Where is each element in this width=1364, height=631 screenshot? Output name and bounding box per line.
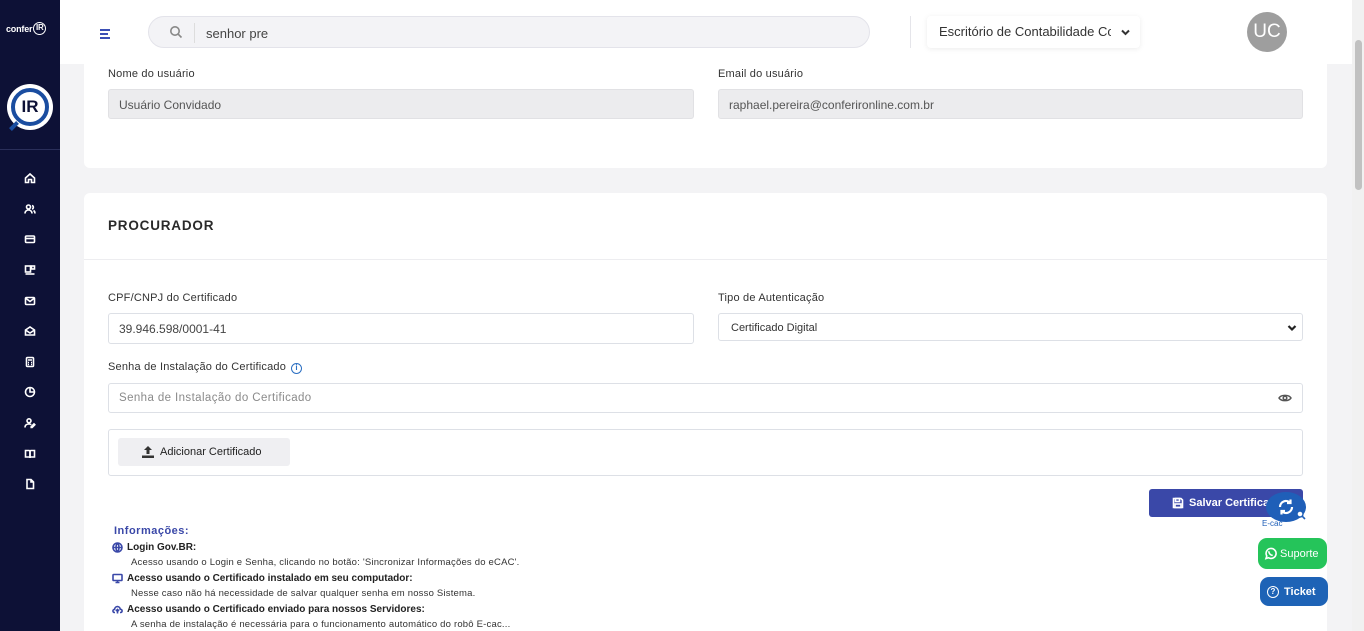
file-icon xyxy=(26,478,35,490)
ecac-label: E-cac xyxy=(1262,519,1283,528)
search-input[interactable]: senhor pre xyxy=(206,26,268,41)
info-item-title-text: Acesso usando o Certificado instalado em… xyxy=(127,573,413,584)
save-icon xyxy=(1172,497,1184,509)
info-item-title: Login Gov.BR: xyxy=(112,540,814,555)
whatsapp-icon xyxy=(1264,547,1277,560)
auth-type-select[interactable]: Certificado Digital xyxy=(718,313,1303,341)
add-certificate-button[interactable]: Adicionar Certificado xyxy=(118,438,290,466)
sidebar-nav xyxy=(0,163,60,500)
cpf-label: CPF/CNPJ do Certificado xyxy=(108,292,238,304)
office-name: Escritório de Contabilidade Co xyxy=(939,24,1111,39)
chevron-down-icon xyxy=(1121,29,1130,36)
brand-ring: IR xyxy=(33,22,47,35)
sidebar-item-file[interactable] xyxy=(0,469,60,500)
page-scrollbar[interactable] xyxy=(1352,0,1364,631)
sidebar-item-home[interactable] xyxy=(0,163,60,194)
card-icon xyxy=(24,235,36,244)
sidebar-item-mail-open[interactable] xyxy=(0,316,60,347)
user-name-field[interactable]: Usuário Convidado xyxy=(108,89,694,119)
info-item-desc: A senha de instalação é necessária para … xyxy=(131,619,511,630)
upload-icon xyxy=(142,446,154,458)
sidebar-item-mail[interactable] xyxy=(0,285,60,316)
magnifier-icon xyxy=(1296,510,1306,520)
top-header: senhor pre Escritório de Contabilidade C… xyxy=(60,0,1352,64)
sidebar: confer IR IR xyxy=(0,0,60,631)
ticket-label: Ticket xyxy=(1284,585,1316,598)
section-title: PROCURADOR xyxy=(108,218,215,233)
app-logo[interactable]: IR xyxy=(7,84,53,130)
sidebar-item-dashboard[interactable] xyxy=(0,255,60,286)
add-certificate-label: Adicionar Certificado xyxy=(160,446,262,458)
search-separator xyxy=(194,23,195,43)
cloud-upload-icon xyxy=(112,605,123,614)
sidebar-item-users[interactable] xyxy=(0,194,60,225)
brand-wordmark[interactable]: confer IR xyxy=(6,22,47,35)
user-info-card: Nome do usuário Usuário Convidado Email … xyxy=(84,56,1327,168)
info-heading: Informações: xyxy=(114,525,190,537)
menu-toggle-icon[interactable] xyxy=(100,29,110,41)
header-divider xyxy=(910,16,911,48)
user-email-label: Email do usuário xyxy=(718,68,804,80)
computer-icon xyxy=(112,573,123,584)
globe-icon xyxy=(112,542,123,553)
password-placeholder: Senha de Instalação do Certificado xyxy=(119,392,312,404)
password-label-row: Senha de Instalação do Certificado i xyxy=(108,361,303,374)
office-selector[interactable]: Escritório de Contabilidade Co xyxy=(927,16,1140,48)
pie-chart-icon xyxy=(24,387,36,398)
brand-text: confer xyxy=(6,23,33,34)
dashboard-icon xyxy=(24,265,36,275)
sidebar-item-card[interactable] xyxy=(0,224,60,255)
info-item-title-text: Login Gov.BR: xyxy=(127,542,197,553)
mail-open-icon xyxy=(24,326,36,337)
home-icon xyxy=(24,173,36,184)
info-panel: Informações: Login Gov.BR: Acesso usando… xyxy=(112,525,814,631)
avatar[interactable]: UC xyxy=(1247,12,1287,52)
chevron-down-icon xyxy=(1287,325,1297,332)
scrollbar-thumb[interactable] xyxy=(1355,40,1362,190)
support-label: Suporte xyxy=(1280,547,1319,560)
auth-type-value: Certificado Digital xyxy=(731,322,818,334)
mail-icon xyxy=(24,296,36,305)
procurador-card: PROCURADOR CPF/CNPJ do Certificado 39.94… xyxy=(84,193,1327,631)
search-bar[interactable]: senhor pre xyxy=(148,16,870,48)
search-icon xyxy=(170,26,183,39)
info-item-title-text: Acesso usando o Certificado enviado para… xyxy=(127,604,425,615)
auth-type-label: Tipo de Autenticação xyxy=(718,292,825,304)
info-item-title: Acesso usando o Certificado instalado em… xyxy=(112,571,814,586)
password-label: Senha de Instalação do Certificado xyxy=(108,361,287,373)
ecac-sync-widget[interactable]: E-cac xyxy=(1262,490,1316,530)
info-item-desc: Acesso usando o Login e Senha, clicando … xyxy=(131,557,520,568)
certificate-upload-area: Adicionar Certificado xyxy=(108,429,1303,476)
sidebar-item-user-edit[interactable] xyxy=(0,408,60,439)
users-icon xyxy=(24,204,36,214)
sidebar-divider xyxy=(0,149,60,150)
user-edit-icon xyxy=(24,418,36,429)
user-name-label: Nome do usuário xyxy=(108,68,195,80)
sidebar-item-book[interactable] xyxy=(0,438,60,469)
info-item-title: Acesso usando o Certificado enviado para… xyxy=(112,602,814,617)
cpf-field[interactable]: 39.946.598/0001-41 xyxy=(108,313,694,344)
info-item-desc: Nesse caso não há necessidade de salvar … xyxy=(131,588,476,599)
password-field[interactable]: Senha de Instalação do Certificado xyxy=(108,383,1303,413)
logo-mark: IR xyxy=(11,88,49,126)
sidebar-item-calculator[interactable] xyxy=(0,347,60,378)
eye-icon[interactable] xyxy=(1278,392,1292,404)
ticket-button[interactable]: ? Ticket xyxy=(1260,577,1328,606)
info-icon[interactable]: i xyxy=(291,363,303,374)
user-email-field[interactable]: raphael.pereira@conferironline.com.br xyxy=(718,89,1303,119)
sidebar-item-reports[interactable] xyxy=(0,377,60,408)
book-icon xyxy=(24,449,36,458)
card-divider xyxy=(84,259,1327,260)
calculator-icon xyxy=(25,356,35,368)
question-icon: ? xyxy=(1267,585,1279,598)
support-button[interactable]: Suporte xyxy=(1258,538,1327,569)
